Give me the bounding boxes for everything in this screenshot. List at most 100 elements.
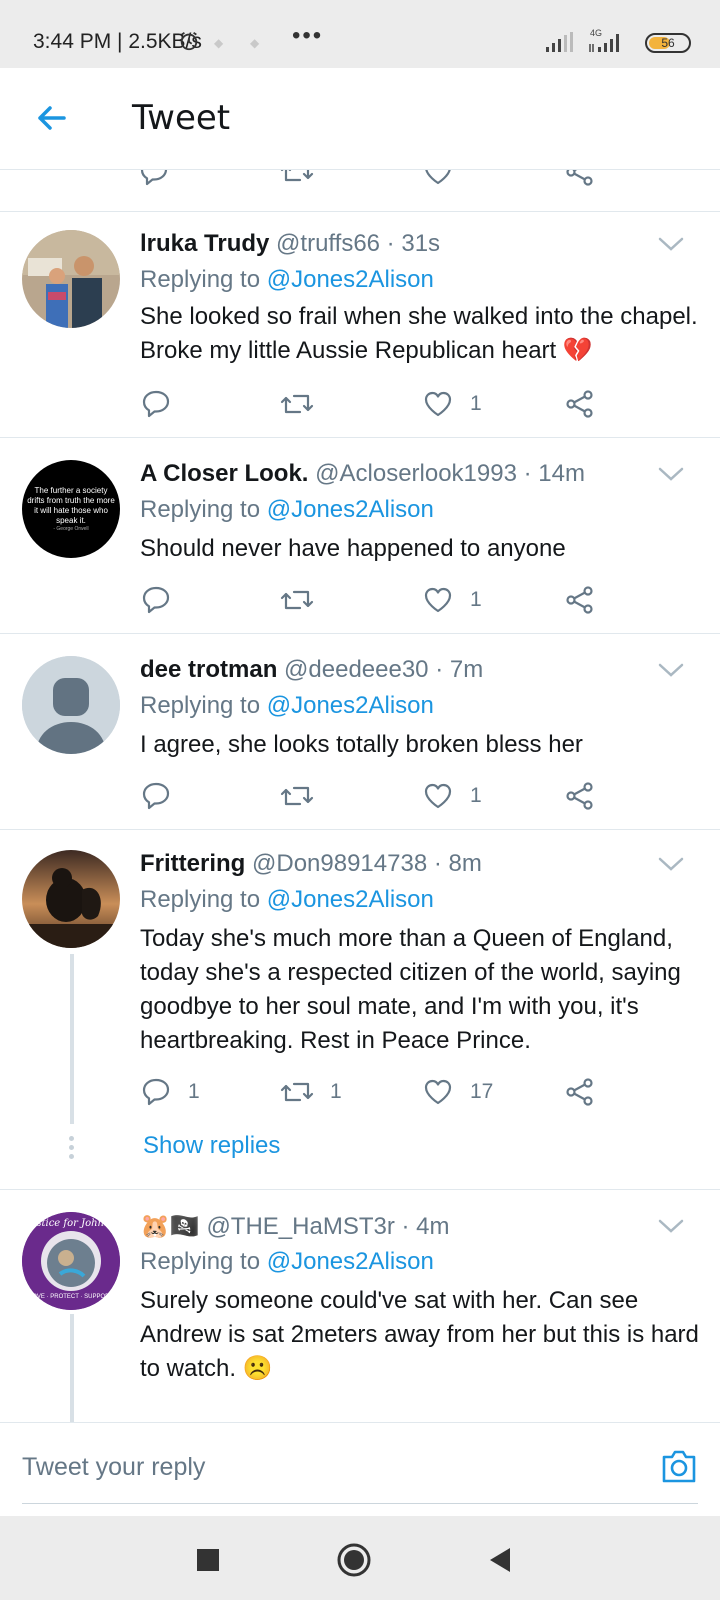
- replying-to-link[interactable]: @Jones2Alison: [267, 496, 434, 523]
- like-heart-icon: [424, 391, 452, 417]
- signal-icon: [546, 32, 573, 52]
- tweet-body: Surely someone could've sat with her. Ca…: [140, 1287, 699, 1382]
- retweet-button[interactable]: [280, 384, 330, 424]
- previous-tweet-actions: [0, 170, 720, 212]
- share-button[interactable]: [564, 1072, 596, 1112]
- like-button[interactable]: 1: [422, 776, 482, 816]
- share-button[interactable]: [564, 384, 596, 424]
- like-count: 1: [470, 588, 482, 611]
- recent-apps-icon[interactable]: [188, 1540, 228, 1580]
- chevron-down-icon[interactable]: [658, 236, 684, 252]
- tweet-item[interactable]: lruka Trudy @truffs66 · 31s Replying to …: [0, 212, 720, 438]
- page-title: Tweet: [132, 98, 231, 138]
- like-button[interactable]: 1: [422, 384, 482, 424]
- replying-prefix: Replying to: [140, 692, 267, 719]
- author-name[interactable]: 🐹🏴‍☠️: [140, 1213, 200, 1240]
- reply-input[interactable]: Tweet your reply: [22, 1453, 205, 1482]
- tweet-item[interactable]: Frittering @Don98914738 · 8m Replying to…: [0, 830, 720, 1190]
- author-name[interactable]: Frittering: [140, 850, 245, 877]
- like-heart-icon: [424, 587, 452, 613]
- retweet-count: 1: [330, 1080, 342, 1103]
- avatar[interactable]: [22, 850, 120, 948]
- reply-button[interactable]: [140, 384, 188, 424]
- reply-button[interactable]: [140, 580, 188, 620]
- status-time-speed: 3:44 PM | 2.5KB/s: [33, 30, 202, 53]
- like-heart-icon: [424, 783, 452, 809]
- retweet-button[interactable]: [280, 580, 330, 620]
- replying-prefix: Replying to: [140, 266, 267, 293]
- replying-prefix: Replying to: [140, 886, 267, 913]
- replying-to-link[interactable]: @Jones2Alison: [267, 886, 434, 913]
- author-name[interactable]: A Closer Look.: [140, 460, 308, 487]
- camera-icon[interactable]: [658, 1445, 700, 1487]
- avatar-badge-text: Justice for Johnny: [25, 1218, 117, 1229]
- like-button[interactable]: 1: [422, 580, 482, 620]
- replying-to: Replying to @Jones2Alison: [140, 692, 434, 720]
- avatar-quote: The further a society drifts from truth …: [27, 486, 115, 525]
- retweet-icon[interactable]: [280, 170, 314, 188]
- author-handle-time: @deedeee30 · 7m: [284, 656, 484, 683]
- avatar[interactable]: Justice for Johnny LOVE · PROTECT · SUPP…: [22, 1212, 120, 1310]
- tweet-header: A Closer Look. @Acloserlook1993 · 14m: [140, 460, 585, 488]
- reply-icon: [142, 586, 170, 614]
- tweet-body: Should never have happened to anyone: [140, 535, 566, 562]
- retweet-icon: [280, 1082, 314, 1102]
- alarm-icon: [180, 31, 198, 51]
- tweet-body: She looked so frail when she walked into…: [140, 303, 698, 364]
- reply-icon[interactable]: [138, 170, 170, 188]
- replying-to-link[interactable]: @Jones2Alison: [267, 266, 434, 293]
- like-count: 1: [470, 392, 482, 415]
- retweet-button[interactable]: [280, 776, 330, 816]
- reply-count: 1: [188, 1080, 200, 1103]
- share-icon[interactable]: [564, 170, 596, 188]
- author-handle-time: @Don98914738 · 8m: [252, 850, 482, 877]
- battery-level: 56: [661, 36, 675, 50]
- home-icon[interactable]: [334, 1540, 374, 1580]
- tweet-item[interactable]: The further a society drifts from truth …: [0, 438, 720, 634]
- reply-button[interactable]: [140, 776, 188, 816]
- replying-to: Replying to @Jones2Alison: [140, 496, 434, 524]
- avatar[interactable]: [22, 656, 120, 754]
- retweet-icon: [280, 786, 314, 806]
- reply-icon: [142, 782, 170, 810]
- like-count: 1: [470, 784, 482, 807]
- author-name[interactable]: lruka Trudy: [140, 230, 269, 257]
- back-arrow-icon[interactable]: [32, 98, 72, 138]
- back-nav-icon[interactable]: [480, 1540, 520, 1580]
- chevron-down-icon[interactable]: [658, 662, 684, 678]
- tweet-header: 🐹🏴‍☠️ @THE_HaMST3r · 4m: [140, 1212, 450, 1241]
- replying-to-link[interactable]: @Jones2Alison: [267, 692, 434, 719]
- tweet-body: Today she's much more than a Queen of En…: [140, 925, 681, 1054]
- composer-divider: [22, 1503, 698, 1504]
- tweet-item[interactable]: Justice for Johnny LOVE · PROTECT · SUPP…: [0, 1190, 720, 1422]
- tweet-item[interactable]: dee trotman @deedeee30 · 7m Replying to …: [0, 634, 720, 830]
- share-icon: [566, 1078, 593, 1106]
- author-handle-time: @THE_HaMST3r · 4m: [206, 1213, 450, 1240]
- show-replies-link[interactable]: Show replies: [143, 1132, 280, 1160]
- like-count: 17: [470, 1080, 494, 1103]
- more-notifications-icon: •••: [292, 22, 324, 49]
- retweet-button[interactable]: 1: [280, 1072, 342, 1112]
- share-button[interactable]: [564, 776, 596, 816]
- replying-prefix: Replying to: [140, 1248, 267, 1275]
- system-nav-bar: [0, 1516, 720, 1600]
- reply-button[interactable]: 1: [140, 1072, 200, 1112]
- reply-composer: Tweet your reply: [0, 1422, 720, 1516]
- thread-connector: [70, 1314, 74, 1422]
- avatar[interactable]: [22, 230, 120, 328]
- author-name[interactable]: dee trotman: [140, 656, 277, 683]
- tweet-actions: 1 1 17: [140, 1072, 620, 1112]
- avatar[interactable]: The further a society drifts from truth …: [22, 460, 120, 558]
- chevron-down-icon[interactable]: [658, 856, 684, 872]
- tweet-actions: 1: [140, 580, 620, 620]
- like-heart-icon[interactable]: [422, 170, 454, 188]
- chevron-down-icon[interactable]: [658, 466, 684, 482]
- thread-connector: [70, 954, 74, 1124]
- share-button[interactable]: [564, 580, 596, 620]
- replying-to: Replying to @Jones2Alison: [140, 266, 434, 294]
- like-button[interactable]: 17: [422, 1072, 493, 1112]
- share-icon: [566, 782, 593, 810]
- chevron-down-icon[interactable]: [658, 1218, 684, 1234]
- like-heart-icon: [424, 1079, 452, 1105]
- replying-to-link[interactable]: @Jones2Alison: [267, 1248, 434, 1275]
